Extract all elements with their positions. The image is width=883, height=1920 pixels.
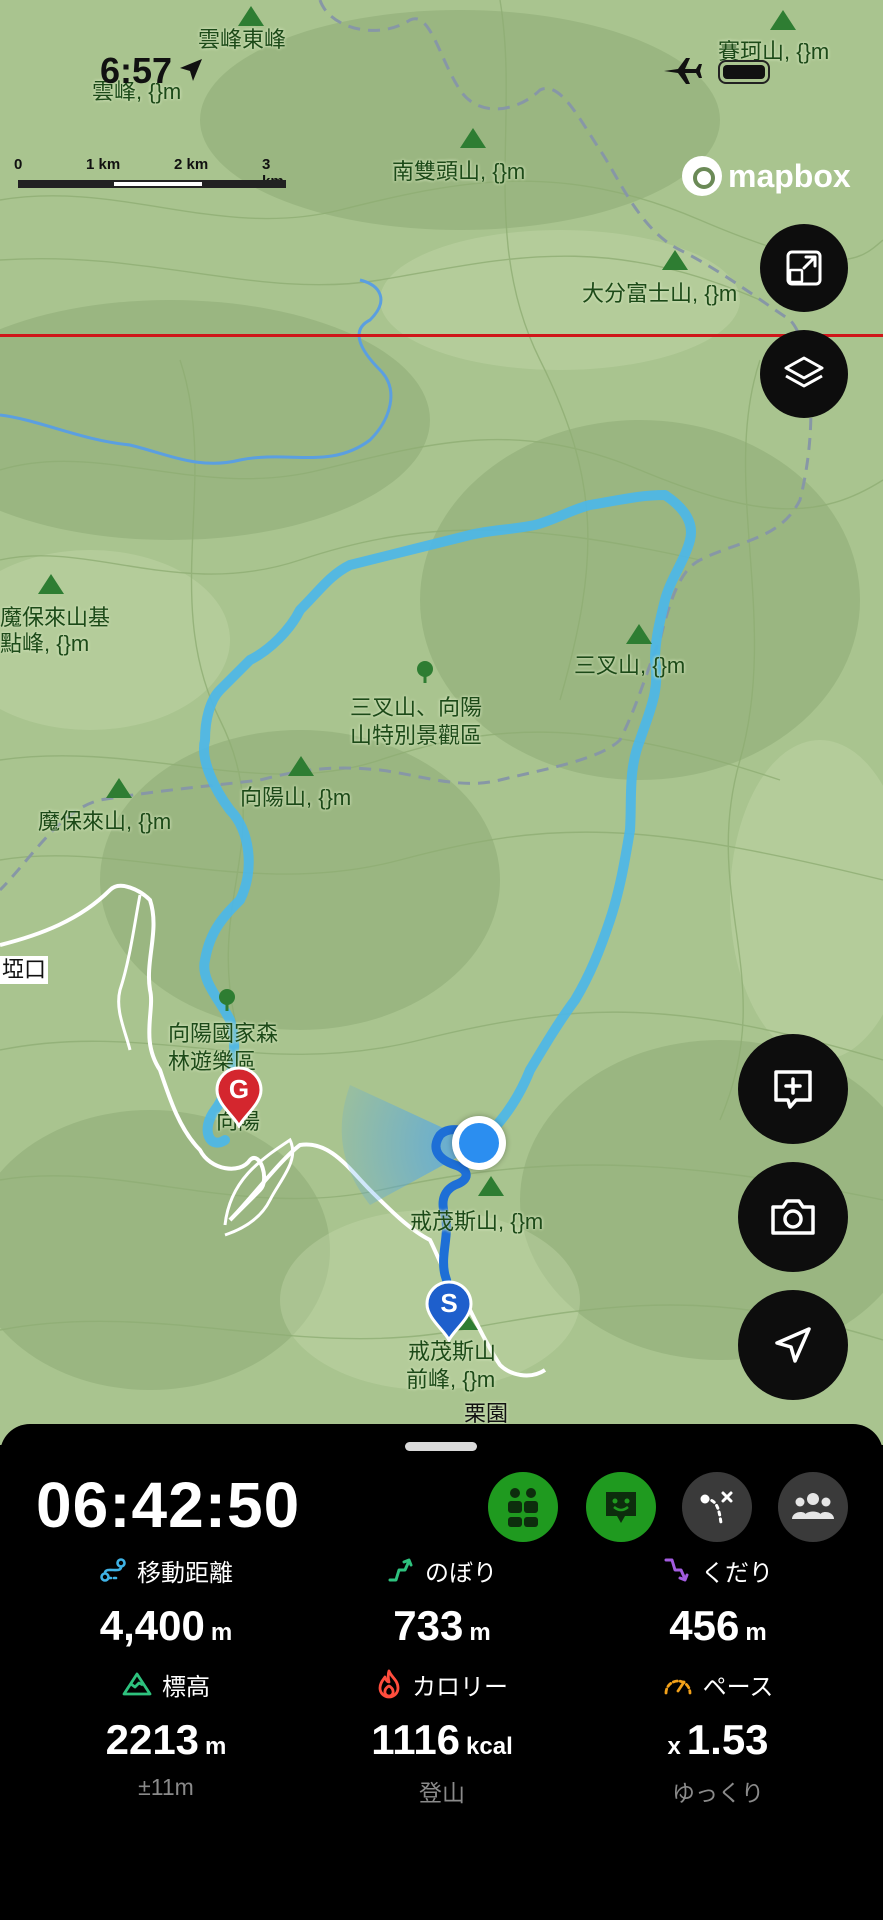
stat-distance-label: 移動距離 [137, 1559, 233, 1587]
add-memo-button[interactable] [738, 1034, 848, 1144]
map-label: 山特別景觀區 [350, 723, 483, 748]
stat-ascent-value: 733 [393, 1602, 464, 1649]
map-label: 戒茂斯山 [408, 1339, 497, 1364]
mapbox-wordmark: mapbox [728, 157, 851, 194]
speedometer-icon [664, 1679, 691, 1695]
location-services-icon [178, 50, 204, 92]
stat-altitude-label: 標高 [162, 1673, 210, 1701]
peak-icon [288, 756, 314, 776]
fit-screen-button[interactable] [760, 224, 848, 312]
mapbox-logo: mapbox [682, 154, 851, 198]
ascent-arrow-icon [388, 1558, 413, 1582]
group-button[interactable] [778, 1472, 848, 1542]
smile-card-icon [606, 1492, 636, 1523]
map-label: 戒茂斯山, {}m [410, 1209, 544, 1234]
stat-calories-value: 1116 [371, 1716, 461, 1763]
park-tree-icon [417, 661, 433, 683]
elapsed-time: 06:42:50 [36, 1469, 301, 1541]
stat-calories-activity: 登山 [419, 1780, 465, 1806]
status-time-text: 6:57 [100, 50, 173, 91]
stat-pace-prefix: x [667, 1733, 681, 1760]
route-icon [700, 1491, 733, 1525]
stat-altitude: 標高 2213 m ±11m [36, 1668, 296, 1801]
stat-altitude-value: 2213 [105, 1716, 200, 1763]
stat-descent-unit: m [745, 1619, 767, 1646]
descent-arrow-icon [664, 1558, 689, 1582]
map-label: 向陽國家森 [168, 1021, 279, 1046]
peak-icon [478, 1176, 504, 1196]
mountain-icon [122, 1672, 152, 1696]
start-marker-letter: S [440, 1288, 458, 1318]
status-time: 6:57 [100, 50, 204, 92]
map-label: 南雙頭山, {}m [392, 159, 526, 184]
battery-icon [718, 60, 770, 84]
layers-button[interactable] [760, 330, 848, 418]
stat-ascent-label: のぼり [425, 1559, 497, 1587]
scale-tick: 1 km [86, 156, 121, 173]
stat-pace-value: 1.53 [686, 1716, 769, 1763]
stat-altitude-accuracy: ±11m [138, 1774, 194, 1800]
activity-sheet[interactable]: 06:42:50 移動距離 4,400 m のぼり 733 m くだり 456 … [0, 1424, 883, 1920]
people-pin-button[interactable] [488, 1472, 558, 1542]
stat-altitude-unit: m [205, 1733, 227, 1760]
peak-icon [38, 574, 64, 594]
stat-distance-unit: m [210, 1619, 233, 1646]
mapbox-icon [682, 156, 722, 196]
stat-ascent-unit: m [469, 1619, 491, 1646]
stat-descent-label: くだり [701, 1559, 773, 1587]
map-view[interactable]: 雲峰東峰 雲峰, {}m 賽珂山, {}m 南雙頭山, {}m 大分富士山, {… [0, 0, 883, 1445]
map-label: 三叉山, {}m [574, 653, 686, 678]
flame-icon [378, 1669, 400, 1699]
peak-icon [770, 10, 796, 30]
smile-card-button[interactable] [586, 1472, 656, 1542]
map-label: 魔保來山, {}m [38, 809, 172, 834]
stat-calories-unit: kcal [466, 1733, 513, 1760]
stat-calories: カロリー 1116 kcal 登山 [312, 1668, 572, 1808]
start-marker[interactable]: S [424, 1280, 474, 1344]
stat-calories-label: カロリー [412, 1673, 508, 1701]
people-pin-icon [508, 1488, 538, 1527]
goal-marker-letter: G [228, 1074, 250, 1104]
group-icon [792, 1493, 834, 1519]
peak-icon [626, 624, 652, 644]
peak-icon [460, 128, 486, 148]
map-label: 三叉山、向陽 [350, 695, 483, 720]
route-icon [100, 1558, 126, 1582]
locate-button[interactable] [738, 1290, 848, 1400]
fit-screen-icon [786, 250, 822, 286]
scale-bar: 0 1 km 2 km 3 km [14, 156, 289, 190]
current-location-dot [452, 1116, 506, 1170]
goal-marker[interactable]: G [214, 1066, 264, 1130]
stat-descent-value: 456 [669, 1602, 740, 1649]
stat-distance: 移動距離 4,400 m [36, 1554, 296, 1650]
map-label: 大分富士山, {}m [582, 281, 738, 306]
map-label: 前峰, {}m [406, 1367, 496, 1392]
stat-distance-value: 4,400 [99, 1602, 205, 1649]
scale-tick: 2 km [174, 156, 209, 173]
park-tree-icon [219, 989, 235, 1011]
location-arrow-icon [775, 1327, 811, 1363]
stat-pace-rating: ゆっくり [672, 1780, 764, 1806]
stat-pace: ペース x 1.53 ゆっくり [588, 1668, 848, 1808]
stat-ascent: のぼり 733 m [312, 1554, 572, 1650]
camera-button[interactable] [738, 1162, 848, 1272]
stat-pace-label: ペース [702, 1673, 774, 1701]
add-memo-icon [774, 1070, 812, 1109]
sheet-grabber[interactable] [405, 1442, 477, 1451]
map-label: 雲峰東峰 [198, 27, 287, 52]
peak-icon [662, 250, 688, 270]
peak-icon [238, 6, 264, 26]
airplane-mode-icon [664, 58, 702, 84]
red-guide-line [0, 334, 883, 337]
peak-icon [106, 778, 132, 798]
map-label: 向陽山, {}m [240, 785, 352, 810]
route-button[interactable] [682, 1472, 752, 1542]
stat-descent: くだり 456 m [588, 1554, 848, 1650]
camera-icon [771, 1199, 815, 1235]
scale-tick: 0 [14, 156, 23, 173]
map-label: 點峰, {}m [0, 631, 90, 656]
layers-icon [784, 356, 824, 388]
map-label: 埡口 [0, 956, 49, 984]
map-label: 魔保來山基 [0, 605, 111, 630]
